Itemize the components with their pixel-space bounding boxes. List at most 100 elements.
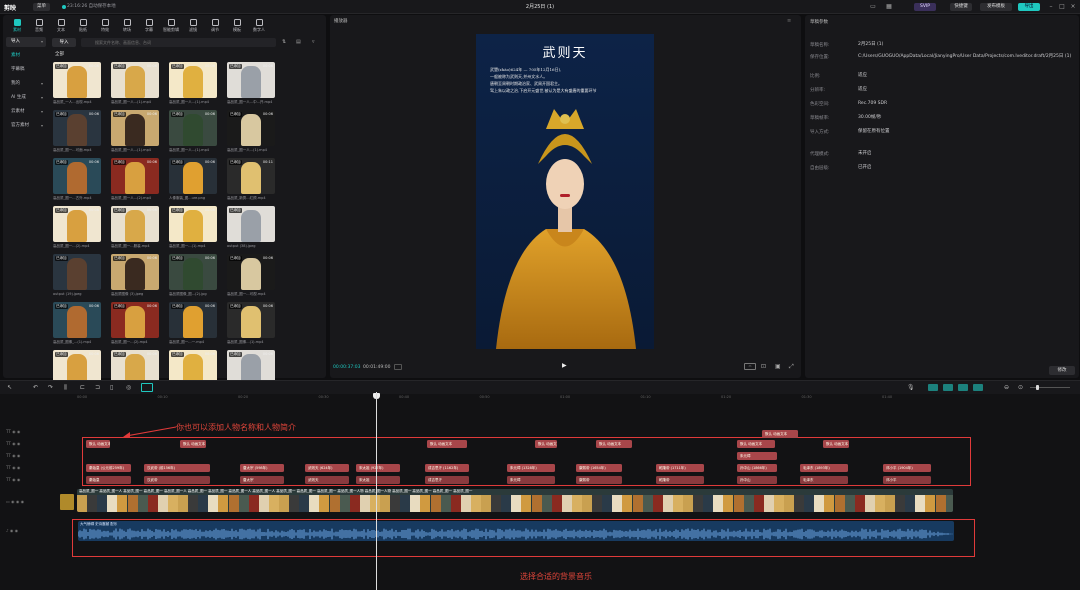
- split-icon[interactable]: ⫼: [64, 384, 67, 392]
- media-thumbnail[interactable]: 已添加 00:06 高品质图像 (3).jpeg: [111, 254, 159, 298]
- text-clip[interactable]: 宋太祖 (927年): [356, 464, 400, 472]
- freeze-icon[interactable]: ◎: [126, 384, 131, 391]
- modify-button[interactable]: 修改: [1049, 366, 1075, 375]
- text-track-3-controls[interactable]: TT ◉ ◉: [6, 453, 20, 458]
- media-thumbnail[interactable]: 已添加 00:06 高品质_图一...可视.mp4: [227, 254, 275, 298]
- text-track-5-controls[interactable]: TT ◉ ◉: [6, 477, 20, 482]
- text-clip[interactable]: 汉武帝 (前156年): [144, 464, 210, 472]
- text-clip[interactable]: 武则天 (624年): [305, 464, 349, 472]
- text-track-4-controls[interactable]: TT ◉ ◉: [6, 465, 20, 470]
- preview-axis-icon[interactable]: [958, 384, 968, 391]
- media-thumbnail[interactable]: 已添加 00:06 高品质_图像_...(1).mp4: [53, 302, 101, 346]
- tool-tab-adjust[interactable]: 调节: [205, 18, 225, 34]
- video-track[interactable]: 高品质_图一 高品质_图一人 高品质_图一 高品质_图一 高品质_图一人 高品质…: [77, 489, 953, 512]
- microphone-icon[interactable]: 🎙: [907, 384, 915, 391]
- sidenav-item[interactable]: 我的 ▾: [6, 79, 46, 89]
- media-thumbnail[interactable]: 已添加 00:06 高品质_图一...古外.mp4: [53, 158, 101, 202]
- media-thumbnail[interactable]: 已添加 00:06 高品质_图一...(1).mp4: [169, 206, 217, 250]
- text-clip[interactable]: 康熙帝 (1654年): [576, 464, 622, 472]
- audio-track[interactable]: 大气磅礴 史诗震撼 配乐: [78, 521, 954, 541]
- media-thumbnail[interactable]: 已添加 00:06 高品质图像_图...(2).jpg: [169, 254, 217, 298]
- media-thumbnail[interactable]: 已添加 00:06 高品质_图一...可面.mp4: [53, 110, 101, 154]
- sidenav-item[interactable]: 云素材 ▾: [6, 107, 46, 117]
- text-clip[interactable]: 毛泽东: [800, 476, 848, 484]
- text-clip[interactable]: 孙中山 (1866年): [737, 464, 777, 472]
- quality-icon[interactable]: ▭: [744, 363, 756, 370]
- tool-tab-smart-edit[interactable]: 智能剪辑: [161, 18, 181, 34]
- text-clip[interactable]: 默认 动画文本: [737, 440, 775, 448]
- media-thumbnail[interactable]: 已添加 00:06 高品质_图一人...中...开.mp4: [227, 62, 275, 106]
- redo-icon[interactable]: ↷: [48, 384, 53, 391]
- text-clip[interactable]: 唐太宗: [240, 476, 284, 484]
- text-clip[interactable]: 乾隆帝 (1711年): [656, 464, 704, 472]
- text-track-2-controls[interactable]: TT ◉ ◉: [6, 441, 20, 446]
- tool-tab-effects[interactable]: 特效: [95, 18, 115, 34]
- text-clip[interactable]: 毛泽东 (1893年): [800, 464, 848, 472]
- media-thumbnail[interactable]: 已添加 00:06 高品质_图一...一.mp4: [169, 302, 217, 346]
- media-thumbnail[interactable]: 已添加 00:06 高品质_图一人...(1).mp4: [227, 110, 275, 154]
- text-clip[interactable]: 默认 动画文本: [535, 440, 557, 448]
- tool-tab-template[interactable]: 模板: [227, 18, 247, 34]
- split-left-icon[interactable]: ⊏: [80, 384, 85, 391]
- expand-icon[interactable]: ⤢: [789, 363, 794, 371]
- text-clip[interactable]: 秦始皇 (公元前259年): [86, 464, 131, 472]
- select-tool-icon[interactable]: ↖: [7, 384, 12, 391]
- text-clip[interactable]: 孙中山: [737, 476, 777, 484]
- text-clip[interactable]: 默认 动画文本: [823, 440, 849, 448]
- sidenav-item[interactable]: 素材: [6, 51, 46, 61]
- maximize-icon[interactable]: □: [1057, 2, 1067, 12]
- tool-tab-subtitle[interactable]: 字幕: [139, 18, 159, 34]
- zoom-slider-handle[interactable]: [1036, 385, 1039, 390]
- shortcut-button[interactable]: 快捷键: [950, 3, 972, 11]
- close-icon[interactable]: ×: [1068, 2, 1078, 12]
- media-thumbnail[interactable]: 已添加 00:06 高品质_一人...出现.mp4: [53, 62, 101, 106]
- media-thumbnail[interactable]: 已添加 00:06 高品质_图一...(2).mp4: [53, 206, 101, 250]
- media-thumbnail[interactable]: 已添加 00:06 人像服装_图...ure.png: [169, 158, 217, 202]
- audio-track-controls[interactable]: ♪ ◉ ◉: [6, 528, 18, 533]
- tool-tab-audio[interactable]: 音频: [29, 18, 49, 34]
- text-clip[interactable]: 康熙帝: [576, 476, 622, 484]
- sidenav-item[interactable]: 字幕稿: [6, 65, 46, 75]
- split-right-icon[interactable]: ⊐: [95, 384, 100, 391]
- text-clip[interactable]: 汉武帝: [144, 476, 210, 484]
- text-clip[interactable]: 秦始皇: [86, 476, 131, 484]
- export-button[interactable]: 导出: [1018, 3, 1040, 11]
- link-icon[interactable]: [943, 384, 953, 391]
- media-thumbnail[interactable]: 已添加 00:11 高品质_新秀...红颜.mp4: [227, 158, 275, 202]
- text-clip[interactable]: 成吉思汗: [425, 476, 469, 484]
- undo-icon[interactable]: ↶: [33, 384, 38, 391]
- sidenav-item[interactable]: 官方素材 ▾: [6, 121, 46, 131]
- tool-tab-transition[interactable]: 转场: [117, 18, 137, 34]
- publish-template-button[interactable]: 发布模板: [980, 3, 1012, 11]
- player-menu-icon[interactable]: ≡: [787, 18, 791, 24]
- view-icon[interactable]: ▤: [296, 39, 301, 45]
- text-clip[interactable]: 唐太宗 (598年): [240, 464, 284, 472]
- media-thumbnail[interactable]: 已添加 00:06 高品质_图一人...(1).mp4: [111, 110, 159, 154]
- filter-icon[interactable]: ▿: [312, 39, 315, 45]
- text-clip[interactable]: 邓小平 (1904年): [883, 464, 931, 472]
- cover-thumbnail[interactable]: [60, 494, 74, 510]
- tool-tab-text[interactable]: 文本: [51, 18, 71, 34]
- fullscreen-toggle-icon[interactable]: [394, 364, 402, 370]
- minimize-icon[interactable]: –: [1046, 2, 1056, 12]
- media-thumbnail[interactable]: 已添加 output (38).jpeg: [227, 206, 275, 250]
- sort-icon[interactable]: ⇅: [282, 39, 286, 45]
- tool-tab-avatar[interactable]: 数字人: [249, 18, 269, 34]
- zoom-out-icon[interactable]: ⊖: [1004, 384, 1009, 391]
- playhead[interactable]: [376, 392, 377, 590]
- text-track-1-controls[interactable]: TT ◉ ◉: [6, 429, 20, 434]
- tool-tab-sticker[interactable]: 贴纸: [73, 18, 93, 34]
- media-thumbnail[interactable]: 已添加 00:06 高品质_图一人...(2).mp4: [111, 158, 159, 202]
- grid-icon[interactable]: ▦: [884, 2, 894, 12]
- text-clip[interactable]: 乾隆帝: [656, 476, 704, 484]
- text-clip[interactable]: 默认 动画文本: [180, 440, 206, 448]
- ratio-icon[interactable]: ▣: [775, 363, 781, 370]
- text-clip[interactable]: 武则天: [305, 476, 349, 484]
- layout-icon[interactable]: ▭: [868, 2, 878, 12]
- video-preview[interactable]: 武则天 武曌(zhào)624年 — 705年12月16日), 一般被称为武则天…: [476, 34, 654, 349]
- menu-button[interactable]: 菜单: [33, 3, 50, 11]
- text-clip[interactable]: 宋太祖: [356, 476, 400, 484]
- text-clip[interactable]: 朱元璋 (1328年): [507, 464, 555, 472]
- delete-icon[interactable]: ▯: [110, 384, 113, 391]
- magnet-icon[interactable]: [928, 384, 938, 391]
